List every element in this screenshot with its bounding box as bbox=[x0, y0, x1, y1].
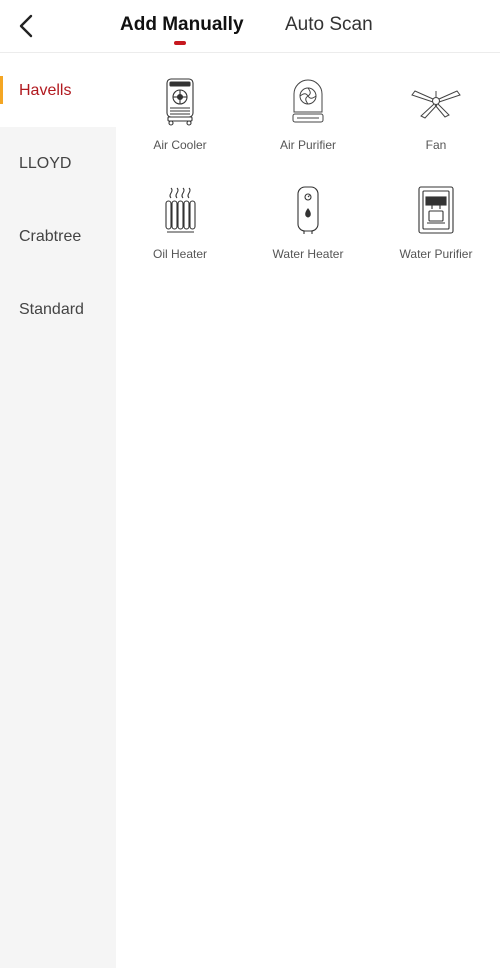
device-label: Oil Heater bbox=[152, 247, 208, 261]
back-button[interactable] bbox=[12, 10, 40, 42]
sidebar-item-havells[interactable]: Havells bbox=[0, 54, 116, 127]
device-oil-heater[interactable]: Oil Heater bbox=[116, 163, 244, 272]
tab-add-manually[interactable]: Add Manually bbox=[120, 14, 244, 36]
device-water-purifier[interactable]: Water Purifier bbox=[372, 163, 500, 272]
tab-auto-scan[interactable]: Auto Scan bbox=[285, 14, 373, 36]
sidebar-item-standard[interactable]: Standard bbox=[0, 273, 116, 346]
brand-sidebar: Havells LLOYD Crabtree Standard bbox=[0, 54, 116, 968]
device-label: Water Purifier bbox=[399, 247, 473, 261]
chevron-left-icon bbox=[18, 14, 34, 38]
water-heater-icon bbox=[280, 183, 336, 237]
device-air-cooler[interactable]: Air Cooler bbox=[116, 54, 244, 163]
device-label: Air Cooler bbox=[153, 138, 207, 152]
device-air-purifier[interactable]: Air Purifier bbox=[244, 54, 372, 163]
water-purifier-icon bbox=[408, 183, 464, 237]
app-screen: Add Manually Auto Scan Havells LLOYD Cra… bbox=[0, 0, 500, 968]
device-label: Air Purifier bbox=[279, 138, 336, 152]
air-purifier-icon bbox=[280, 74, 336, 128]
oil-heater-icon bbox=[152, 183, 208, 237]
header: Add Manually Auto Scan bbox=[0, 0, 500, 53]
active-tab-indicator bbox=[174, 41, 186, 45]
sidebar-item-lloyd[interactable]: LLOYD bbox=[0, 127, 116, 200]
device-fan[interactable]: Fan bbox=[372, 54, 500, 163]
ceiling-fan-icon bbox=[408, 74, 464, 128]
sidebar-item-crabtree[interactable]: Crabtree bbox=[0, 200, 116, 273]
device-label: Water Heater bbox=[272, 247, 344, 261]
device-water-heater[interactable]: Water Heater bbox=[244, 163, 372, 272]
device-grid: Air Cooler Air Purifier Fan Oil Heater W… bbox=[116, 54, 500, 272]
air-cooler-icon bbox=[152, 74, 208, 128]
device-label: Fan bbox=[425, 138, 447, 152]
